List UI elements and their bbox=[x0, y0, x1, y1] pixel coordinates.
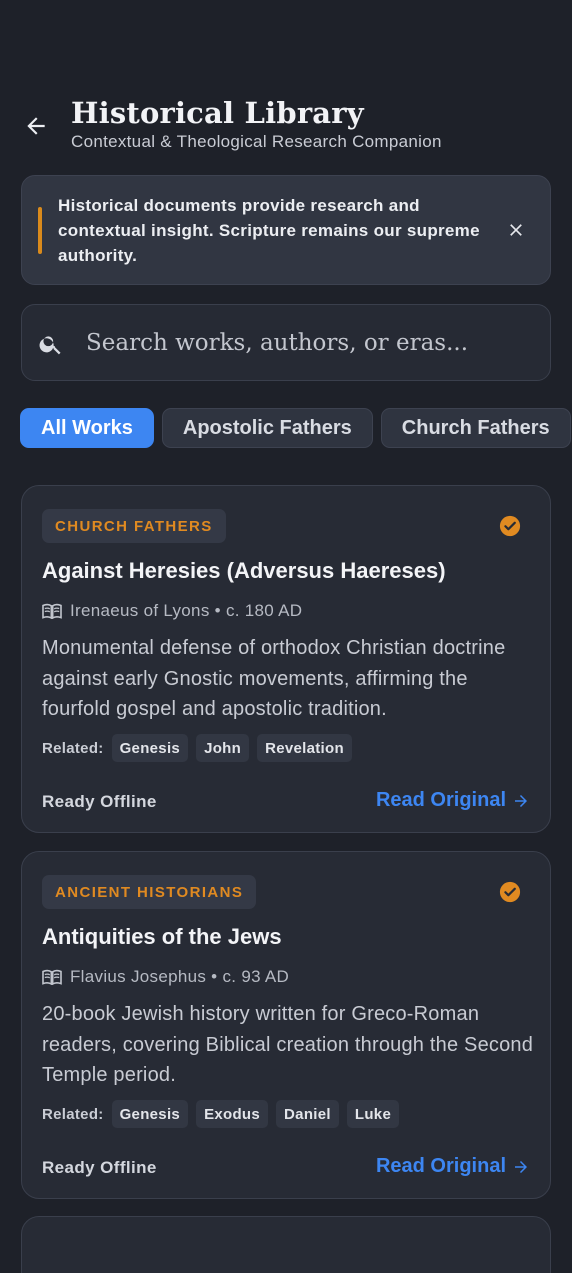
related-tag[interactable]: Exodus bbox=[196, 1100, 269, 1128]
offline-status: Ready Offline bbox=[42, 1158, 157, 1177]
historical-library-screen: Historical Library Contextual & Theologi… bbox=[0, 0, 572, 1273]
open-book-icon bbox=[42, 603, 62, 619]
filter-chips: All Works Apostolic Fathers Church Fathers bbox=[20, 408, 572, 448]
page-title: Historical Library bbox=[71, 96, 364, 130]
page-subtitle: Contextual & Theological Research Compan… bbox=[71, 132, 442, 151]
arrow-left-icon bbox=[27, 117, 45, 135]
meta-separator: • bbox=[206, 967, 223, 986]
related-label: Related: bbox=[42, 1105, 104, 1123]
work-description: Monumental defense of orthodox Christian… bbox=[42, 637, 506, 720]
filter-church-fathers[interactable]: Church Fathers bbox=[380, 408, 571, 448]
read-original-label: Read Original bbox=[375, 789, 506, 811]
read-original-button[interactable]: Read Original bbox=[376, 1155, 530, 1178]
arrow-right-icon bbox=[515, 1160, 527, 1173]
open-book-icon bbox=[42, 969, 62, 985]
offline-status: Ready Offline bbox=[42, 792, 157, 811]
related-label: Related: bbox=[42, 739, 104, 757]
related-books: Related: Genesis Exodus Daniel Luke bbox=[42, 1100, 407, 1128]
category-badge: ANCIENT HISTORIANS bbox=[42, 875, 257, 909]
close-icon bbox=[510, 224, 522, 236]
check-circle-icon bbox=[499, 881, 521, 903]
related-tag[interactable]: Revelation bbox=[257, 734, 352, 762]
read-original-button[interactable]: Read Original bbox=[376, 789, 530, 812]
category-badge: CHURCH FATHERS bbox=[42, 509, 226, 543]
search-bar bbox=[21, 304, 551, 381]
header: Historical Library Contextual & Theologi… bbox=[0, 96, 572, 156]
work-author: Irenaeus of Lyons bbox=[70, 601, 210, 620]
work-card-partial[interactable] bbox=[21, 1216, 551, 1273]
work-card[interactable]: ANCIENT HISTORIANS Antiquities of the Je… bbox=[21, 851, 551, 1199]
work-card[interactable]: CHURCH FATHERS Against Heresies (Adversu… bbox=[21, 485, 551, 833]
arrow-right-icon bbox=[515, 794, 527, 807]
work-meta: Irenaeus of Lyons • c. 180 AD bbox=[42, 600, 302, 622]
filter-apostolic-fathers[interactable]: Apostolic Fathers bbox=[161, 408, 373, 448]
related-tag[interactable]: Daniel bbox=[276, 1100, 339, 1128]
work-author: Flavius Josephus bbox=[70, 967, 207, 986]
scripture-notice-banner: Historical documents provide research an… bbox=[21, 175, 551, 285]
filter-all-works[interactable]: All Works bbox=[20, 408, 154, 448]
notice-accent-bar bbox=[38, 207, 42, 254]
work-era: c. 180 AD bbox=[225, 601, 303, 620]
work-era: c. 93 AD bbox=[222, 967, 290, 986]
check-circle-icon bbox=[499, 515, 521, 537]
work-title: Antiquities of the Jews bbox=[42, 924, 282, 949]
related-tag[interactable]: John bbox=[196, 734, 250, 762]
read-original-label: Read Original bbox=[375, 1155, 506, 1177]
dismiss-notice-button[interactable] bbox=[504, 218, 528, 242]
meta-separator: • bbox=[209, 601, 226, 620]
related-tag[interactable]: Genesis bbox=[111, 734, 189, 762]
related-tag[interactable]: Genesis bbox=[111, 1100, 189, 1128]
work-meta: Flavius Josephus • c. 93 AD bbox=[42, 966, 289, 988]
search-icon bbox=[39, 336, 61, 355]
work-title: Against Heresies (Adversus Haereses) bbox=[42, 558, 446, 583]
work-description: 20-book Jewish history written for Greco… bbox=[42, 1003, 534, 1086]
notice-text: Historical documents provide research an… bbox=[58, 196, 480, 265]
search-input[interactable] bbox=[86, 323, 526, 363]
related-books: Related: Genesis John Revelation bbox=[42, 734, 360, 762]
back-button[interactable] bbox=[20, 110, 52, 142]
related-tag[interactable]: Luke bbox=[346, 1100, 400, 1128]
